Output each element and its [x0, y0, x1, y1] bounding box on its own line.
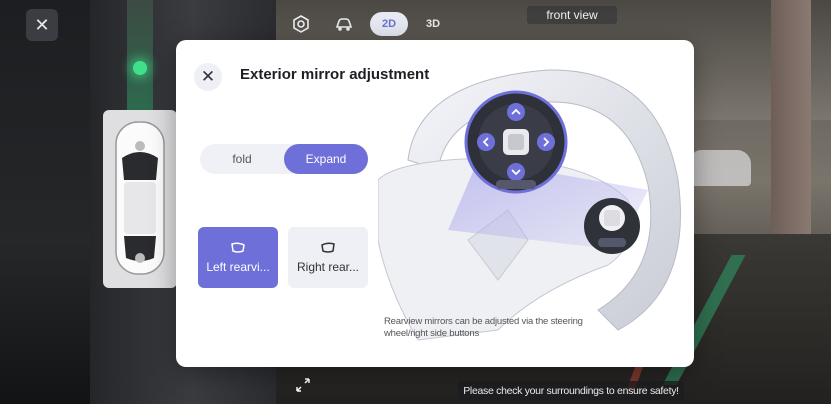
fold-option[interactable]: fold [200, 144, 284, 174]
close-icon: ✕ [34, 14, 50, 35]
close-camera-button[interactable]: ✕ [26, 9, 58, 41]
car-top-view-icon [115, 121, 165, 275]
left-mirror-button[interactable]: Left rearvi... [198, 227, 278, 288]
left-mirror-label: Left rearvi... [206, 259, 270, 274]
right-mirror-label: Right rear... [296, 259, 360, 274]
view-2d-toggle[interactable]: 2D [370, 12, 408, 36]
sensor-indicator [133, 61, 147, 75]
dialog-close-button[interactable]: ✕ [194, 63, 222, 91]
expand-option[interactable]: Expand [284, 144, 368, 174]
fullscreen-button[interactable] [292, 374, 314, 396]
expand-arrows-icon [296, 378, 310, 392]
left-mirror-icon [231, 241, 245, 253]
hexagon-gear-icon [293, 15, 309, 33]
view-3d-toggle[interactable]: 3D [418, 12, 448, 36]
adjustment-hint: Rearview mirrors can be adjusted via the… [384, 316, 583, 339]
mirror-adjustment-dialog: ✕ Exterior mirror adjustment fold Expand… [176, 40, 694, 367]
pillar [0, 0, 90, 404]
pillar [771, 0, 811, 260]
camera-view-label: front view [527, 6, 617, 24]
settings-button[interactable] [287, 10, 315, 38]
parked-car [691, 150, 751, 186]
parking-lane [127, 0, 153, 112]
car-mirror-icon [335, 18, 353, 31]
safety-warning: Please check your surroundings to ensure… [458, 381, 684, 400]
fold-expand-toggle: fold Expand [200, 144, 368, 174]
right-mirror-button[interactable]: Right rear... [288, 227, 368, 288]
close-icon: ✕ [200, 67, 216, 86]
right-mirror-icon [321, 241, 335, 253]
mirror-view-button[interactable] [330, 10, 358, 38]
